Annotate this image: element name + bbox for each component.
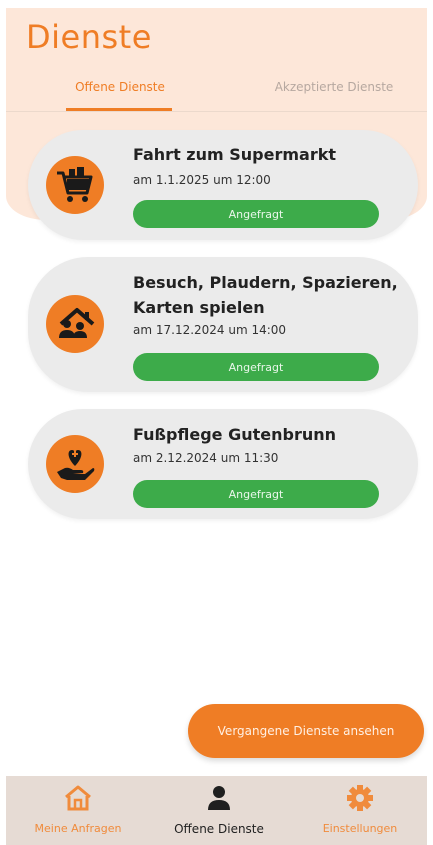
person-icon xyxy=(204,784,234,812)
status-button[interactable]: Angefragt xyxy=(133,200,379,228)
shopping-cart-icon xyxy=(46,156,104,214)
service-title: Besuch, Plaudern, Spazieren, Karten spie… xyxy=(133,273,398,317)
nav-item-home[interactable]: Meine Anfragen xyxy=(8,784,148,835)
service-card[interactable]: Besuch, Plaudern, Spazieren, Karten spie… xyxy=(28,257,418,392)
service-card[interactable]: Fußpflege Gutenbrunn am 2.12.2024 um 11:… xyxy=(28,409,418,519)
tab-bar: Offene Dienste Akzeptierte Dienste xyxy=(6,74,427,112)
nav-item-offers[interactable]: Offene Dienste xyxy=(149,784,289,836)
status-button[interactable]: Angefragt xyxy=(133,480,379,508)
nav-label-settings: Einstellungen xyxy=(322,822,398,835)
service-date: am 2.12.2024 um 11:30 xyxy=(133,451,279,465)
tab-open-services[interactable]: Offene Dienste xyxy=(62,80,178,94)
caring-hand-heart-icon xyxy=(46,435,104,493)
tab-accepted-services[interactable]: Akzeptierte Dienste xyxy=(256,80,412,94)
service-card[interactable]: Fahrt zum Supermarkt am 1.1.2025 um 12:0… xyxy=(28,130,418,240)
family-home-icon xyxy=(46,295,104,353)
nav-label-home: Meine Anfragen xyxy=(34,822,122,835)
service-date: am 17.12.2024 um 14:00 xyxy=(133,323,287,337)
gear-icon xyxy=(345,784,375,812)
tab-divider xyxy=(6,111,427,112)
service-date: am 1.1.2025 um 12:00 xyxy=(133,173,271,187)
service-title: Fußpflege Gutenbrunn xyxy=(133,425,336,444)
nav-item-settings[interactable]: Einstellungen xyxy=(290,784,430,835)
view-past-services-button[interactable]: Vergangene Dienste ansehen xyxy=(188,704,424,758)
page-title: Dienste xyxy=(26,18,152,56)
bottom-navigation: Meine Anfragen Offene Dienste Einstellun… xyxy=(6,776,427,845)
service-title: Fahrt zum Supermarkt xyxy=(133,145,336,164)
status-button[interactable]: Angefragt xyxy=(133,353,379,381)
home-icon xyxy=(63,784,93,812)
nav-label-offers: Offene Dienste xyxy=(174,822,264,836)
